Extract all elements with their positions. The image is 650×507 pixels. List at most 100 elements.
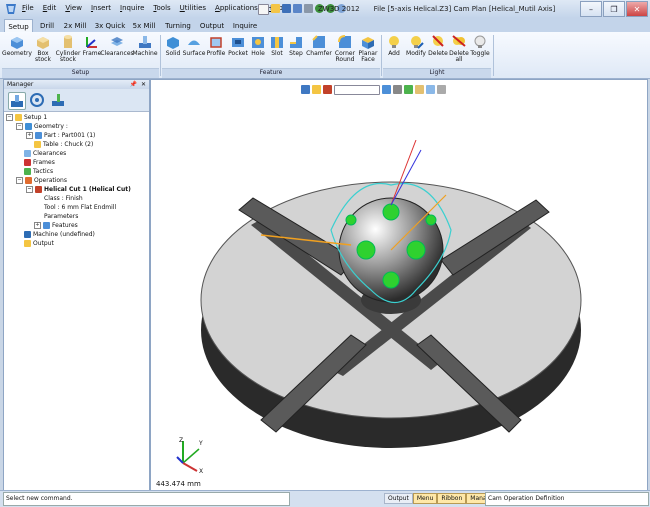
- menu-edit[interactable]: Edit: [43, 4, 57, 12]
- setup-icon: [15, 114, 22, 121]
- frames-icon: [24, 159, 31, 166]
- tab-5x-mill[interactable]: 5x Mill: [131, 20, 157, 32]
- operations-icon: [25, 177, 32, 184]
- clearances-icon: [111, 37, 123, 46]
- add-light-button[interactable]: Add: [384, 34, 404, 57]
- delete-light-icon: [432, 35, 444, 47]
- tree-item-machine[interactable]: Machine (undefined): [24, 231, 95, 238]
- status-message: Select new command.: [3, 492, 290, 506]
- modify-light-button[interactable]: Modify: [405, 34, 427, 57]
- delete-light-button[interactable]: Delete: [428, 34, 448, 57]
- minimize-icon[interactable]: –: [580, 1, 602, 17]
- cylinder-stock-button[interactable]: Cylinder stock: [56, 34, 80, 63]
- geometry-icon: [11, 37, 23, 49]
- step-button[interactable]: Step: [287, 34, 305, 57]
- toolpath-tab-icon[interactable]: [29, 92, 45, 108]
- pin-icon[interactable]: 📌: [130, 80, 137, 89]
- snap-icon[interactable]: [323, 85, 332, 94]
- planar-face-button[interactable]: Planar Face: [357, 34, 379, 63]
- corner-round-button[interactable]: Corner Round: [333, 34, 357, 63]
- scale-readout: 443.474 mm: [156, 480, 201, 488]
- surface-button[interactable]: Surface: [183, 34, 205, 57]
- frame-button[interactable]: Frame: [82, 34, 102, 57]
- save-icon[interactable]: [282, 4, 291, 13]
- tactics-icon: [24, 168, 31, 175]
- ribbon: Geometry Box stock Cylinder stock Frame …: [0, 32, 650, 79]
- tab-inquire[interactable]: Inquire: [231, 20, 259, 32]
- menu-file[interactable]: File: [22, 4, 34, 12]
- menu-inquire[interactable]: Inquire: [120, 4, 144, 12]
- open-folder-icon[interactable]: [271, 4, 280, 13]
- tree-item-setup[interactable]: − Setup 1: [6, 114, 47, 121]
- menu-utilities[interactable]: Utilities: [180, 4, 206, 12]
- menu-applications[interactable]: Applications: [215, 4, 258, 12]
- box-stock-button[interactable]: Box stock: [33, 34, 53, 63]
- close-panel-icon[interactable]: ✕: [141, 80, 146, 89]
- section-icon[interactable]: [426, 85, 435, 94]
- zoom-icon[interactable]: [393, 85, 402, 94]
- pocket-button[interactable]: Pocket: [227, 34, 249, 57]
- shading-icon[interactable]: [415, 85, 424, 94]
- cam-manager-tab-icon[interactable]: [8, 92, 26, 110]
- filter-icon[interactable]: [301, 85, 310, 94]
- menu-panel-button[interactable]: Menu: [412, 493, 438, 504]
- menu-tools[interactable]: Tools: [153, 4, 170, 12]
- hole-button[interactable]: Hole: [249, 34, 267, 57]
- solid-button[interactable]: Solid: [163, 34, 183, 57]
- machine-button[interactable]: Machine: [132, 34, 158, 57]
- view-cube-icon[interactable]: [382, 85, 391, 94]
- manager-title: Manager: [7, 81, 34, 88]
- planar-face-icon: [362, 37, 374, 49]
- tree-item-part[interactable]: + Part : Part001 (1): [26, 132, 95, 139]
- menu-insert[interactable]: Insert: [91, 4, 111, 12]
- cad-model[interactable]: [191, 140, 591, 460]
- delete-all-lights-button[interactable]: Delete all: [449, 34, 469, 63]
- toggle-light-button[interactable]: Toggle: [469, 34, 491, 57]
- corner-round-icon: [338, 35, 351, 48]
- clearances-button[interactable]: Clearances: [100, 34, 134, 57]
- tab-setup[interactable]: Setup: [4, 19, 33, 33]
- box-stock-icon: [37, 37, 49, 49]
- tree-item-frames[interactable]: Frames: [24, 159, 55, 166]
- app-logo-icon[interactable]: [4, 2, 18, 16]
- profile-button[interactable]: Profile: [205, 34, 227, 57]
- layers-icon[interactable]: [437, 85, 446, 94]
- tree-item-output[interactable]: Output: [24, 240, 54, 247]
- machine-icon: [139, 36, 151, 48]
- tree-item-operations[interactable]: − Operations: [16, 177, 67, 184]
- print-icon[interactable]: [304, 4, 313, 13]
- tree-item-class[interactable]: Class : Finish: [44, 195, 83, 202]
- render-mode-icon[interactable]: [404, 85, 413, 94]
- tab-turning[interactable]: Turning: [163, 20, 193, 32]
- tree-item-clearances[interactable]: Clearances: [24, 150, 66, 157]
- tree-item-tool[interactable]: Tool : 6 mm Flat Endmill: [44, 204, 116, 211]
- hole-icon: [252, 37, 264, 48]
- chamfer-button[interactable]: Chamfer: [306, 34, 332, 57]
- pick-icon[interactable]: [312, 85, 321, 94]
- menu-view[interactable]: View: [65, 4, 82, 12]
- tab-3x-quick[interactable]: 3x Quick: [94, 20, 126, 32]
- output-panel-button[interactable]: Output: [384, 493, 413, 504]
- tool-library-tab-icon[interactable]: [50, 92, 66, 108]
- tab-2x-mill[interactable]: 2x Mill: [62, 20, 88, 32]
- tree-item-helical-cut[interactable]: − Helical Cut 1 (Helical Cut): [26, 186, 131, 193]
- tree-item-table[interactable]: Table : Chuck (2): [34, 141, 93, 148]
- tab-output[interactable]: Output: [199, 20, 225, 32]
- tab-drill[interactable]: Drill: [36, 20, 58, 32]
- tree-item-parameters[interactable]: Parameters: [44, 213, 78, 220]
- ribbon-panel-button[interactable]: Ribbon: [437, 493, 467, 504]
- tree-item-features[interactable]: + Features: [34, 222, 78, 229]
- manager-tabs: [4, 89, 149, 112]
- new-file-icon[interactable]: [258, 4, 269, 15]
- close-icon[interactable]: ✕: [626, 1, 648, 17]
- graphics-viewport[interactable]: Z Y X 443.474 mm: [150, 79, 648, 491]
- tree-item-geometry[interactable]: − Geometry :: [16, 123, 68, 130]
- slot-button[interactable]: Slot: [268, 34, 286, 57]
- filter-combo[interactable]: [334, 84, 380, 95]
- group-separator: [493, 35, 494, 76]
- save-as-icon[interactable]: [293, 4, 302, 13]
- geometry-button[interactable]: Geometry: [2, 34, 32, 57]
- restore-icon[interactable]: ❐: [603, 1, 625, 17]
- pocket-icon: [232, 38, 244, 47]
- tree-item-tactics[interactable]: Tactics: [24, 168, 53, 175]
